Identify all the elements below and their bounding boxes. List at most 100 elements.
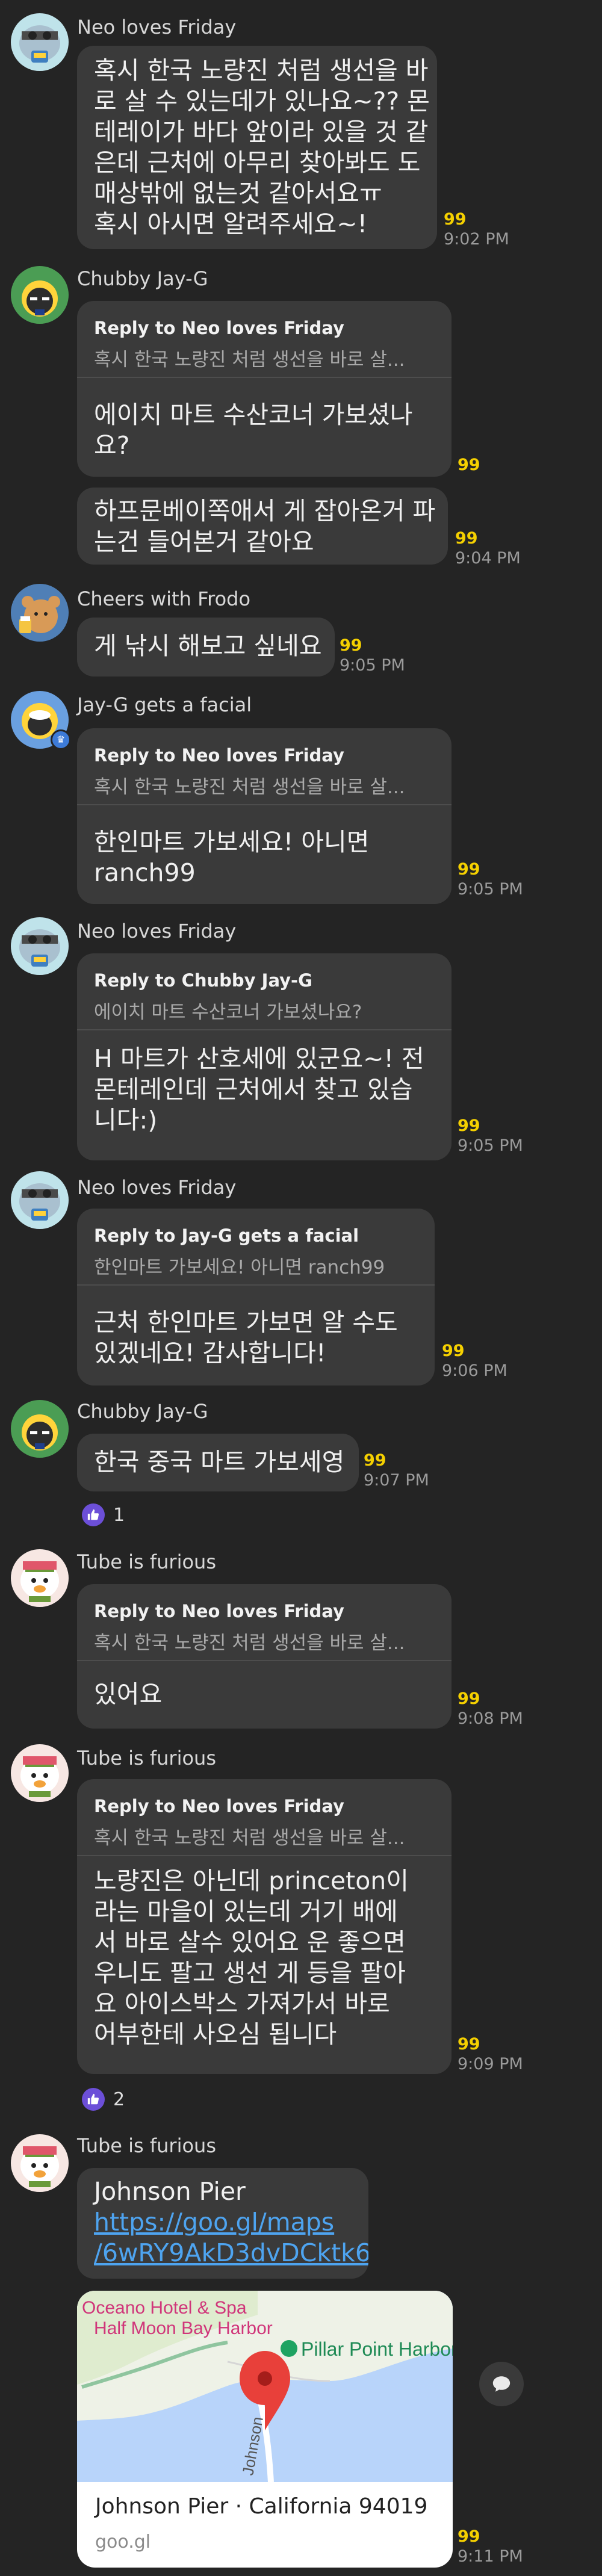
timestamp: 9:04 PM <box>455 549 521 568</box>
avatar[interactable] <box>11 1549 69 1607</box>
thumbs-up-icon <box>82 1503 105 1526</box>
reply-to-label: Reply to Neo loves Friday <box>94 318 344 338</box>
message-bubble[interactable]: Reply to Neo loves Friday 혹시 한국 노량진 처럼 생… <box>77 1584 452 1729</box>
reply-preview[interactable]: Reply to Neo loves Friday 혹시 한국 노량진 처럼 생… <box>94 1796 413 1850</box>
reply-to-label: Reply to Neo loves Friday <box>94 1601 344 1621</box>
sender-name: Tube is furious <box>77 1550 216 1573</box>
map-label: Half Moon Bay Harbor <box>94 2318 273 2338</box>
unread-count: 99 <box>442 1342 465 1360</box>
reply-preview[interactable]: Reply to Neo loves Friday 혹시 한국 노량진 처럼 생… <box>94 318 413 371</box>
sender-name: Jay-G gets a facial <box>77 693 252 716</box>
message-bubble[interactable]: 혹시 한국 노량진 처럼 생선을 바로 살 수 있는데가 있나요~?? 몬 테레이… <box>77 46 437 249</box>
sender-name: Tube is furious <box>77 1747 216 1769</box>
avatar[interactable] <box>11 1744 69 1802</box>
map-label: Oceano Hotel & Spa <box>82 2298 247 2318</box>
reply-quote: 혹시 한국 노량진 처럼 생선을 바로 살... <box>94 1632 405 1654</box>
message-meta: 99 9:04 PM <box>455 530 521 569</box>
reaction-count: 2 <box>113 2088 125 2110</box>
divider <box>77 377 452 378</box>
timestamp: 9:05 PM <box>458 1136 523 1155</box>
divider <box>77 804 452 805</box>
unread-count: 99 <box>364 1451 386 1470</box>
avatar[interactable] <box>11 1171 69 1229</box>
message-meta: 99 9:11 PM <box>458 2528 523 2568</box>
message-text: 한인마트 가보세요! 아니면 ranch99 <box>94 828 370 887</box>
message-text: 근처 한인마트 가보면 알 수도 있겠네요! 감사합니다! <box>94 1308 398 1367</box>
card-domain: goo.gl <box>95 2531 151 2553</box>
timestamp: 9:09 PM <box>458 2055 523 2073</box>
message-meta: 99 9:02 PM <box>444 211 509 250</box>
avatar[interactable] <box>11 266 69 324</box>
reaction-count: 1 <box>113 1504 125 1526</box>
link-preview-card[interactable]: Oceano Hotel & Spa Half Moon Bay Harbor … <box>77 2291 453 2568</box>
reply-preview[interactable]: Reply to Neo loves Friday 혹시 한국 노량진 처럼 생… <box>94 1601 413 1655</box>
timestamp: 9:02 PM <box>444 230 509 249</box>
map-thumbnail: Oceano Hotel & Spa Half Moon Bay Harbor … <box>77 2291 453 2482</box>
message-meta: 99 9:09 PM <box>458 2036 523 2075</box>
message-text: 한국 중국 마트 가보세영 <box>94 1447 345 1476</box>
message-text: 하프문베이쪽애서 게 잡아온거 파 는건 들어본거 같아요 <box>94 497 436 556</box>
map-link[interactable]: https://goo.gl/maps <box>94 2207 368 2238</box>
sender-name: Tube is furious <box>77 2134 216 2157</box>
reply-quote: 혹시 한국 노량진 처럼 생선을 바로 살... <box>94 776 405 798</box>
avatar[interactable] <box>11 13 69 71</box>
avatar[interactable] <box>11 917 69 975</box>
reaction[interactable]: 2 <box>82 2087 125 2112</box>
message-bubble[interactable]: 하프문베이쪽애서 게 잡아온거 파 는건 들어본거 같아요 <box>77 488 448 565</box>
reply-to-label: Reply to Chubby Jay-G <box>94 970 312 991</box>
reply-quote: 혹시 한국 노량진 처럼 생선을 바로 살... <box>94 349 405 371</box>
reply-preview[interactable]: Reply to Jay-G gets a facial 한인마트 가보세요! … <box>94 1225 413 1279</box>
sender-name: Chubby Jay-G <box>77 267 208 290</box>
message-meta: 99 9:07 PM <box>364 1452 429 1491</box>
map-label: Pillar Point Harbor <box>301 2338 453 2360</box>
sender-name: Chubby Jay-G <box>77 1400 208 1423</box>
reply-quote: 에이치 마트 수산코너 가보셨나요? <box>94 1002 362 1023</box>
message-meta: 99 9:08 PM <box>458 1690 523 1730</box>
map-link[interactable]: /6wRY9AkD3dvDCktk6 <box>94 2238 368 2268</box>
sender-name: Neo loves Friday <box>77 920 237 943</box>
unread-count: 99 <box>458 860 480 879</box>
message-bubble[interactable]: Reply to Chubby Jay-G 에이치 마트 수산코너 가보셨나요?… <box>77 953 452 1160</box>
message-text: 게 낚시 해보고 싶네요 <box>94 631 322 660</box>
timestamp: 9:05 PM <box>340 656 405 675</box>
unread-count: 99 <box>458 456 480 474</box>
unread-count: 99 <box>455 529 478 548</box>
message-bubble[interactable]: 한국 중국 마트 가보세영 <box>77 1434 359 1491</box>
message-text: 에이치 마트 수산코너 가보셨나 요? <box>94 400 413 460</box>
thumbs-up-icon <box>82 2088 105 2111</box>
reply-quote: 한인마트 가보세요! 아니면 ranch99 <box>94 1257 385 1278</box>
message-bubble[interactable]: 게 낚시 해보고 싶네요 <box>77 618 335 677</box>
speech-bubble-icon[interactable] <box>479 2362 524 2406</box>
message-bubble[interactable]: Reply to Jay-G gets a facial 한인마트 가보세요! … <box>77 1209 435 1386</box>
timestamp: 9:07 PM <box>364 1471 429 1490</box>
sender-name: Cheers with Frodo <box>77 587 251 610</box>
reply-to-label: Reply to Neo loves Friday <box>94 1796 344 1816</box>
unread-count: 99 <box>458 1689 480 1708</box>
timestamp: 9:05 PM <box>458 880 523 899</box>
reaction[interactable]: 1 <box>82 1502 125 1528</box>
message-text: 있어요 <box>94 1680 163 1709</box>
message-meta: 99 9:06 PM <box>442 1342 507 1382</box>
link-title: Johnson Pier <box>94 2177 246 2206</box>
reply-preview[interactable]: Reply to Chubby Jay-G 에이치 마트 수산코너 가보셨나요? <box>94 970 413 1024</box>
reply-quote: 혹시 한국 노량진 처럼 생선을 바로 살... <box>94 1827 405 1849</box>
message-bubble[interactable]: Reply to Neo loves Friday 혹시 한국 노량진 처럼 생… <box>77 1779 452 2074</box>
card-title: Johnson Pier · California 94019 <box>95 2494 428 2519</box>
avatar[interactable] <box>11 2134 69 2192</box>
reply-preview[interactable]: Reply to Neo loves Friday 혹시 한국 노량진 처럼 생… <box>94 745 413 799</box>
sender-name: Neo loves Friday <box>77 16 237 39</box>
avatar[interactable] <box>11 1400 69 1458</box>
message-text: Johnson Pier https://goo.gl/maps /6wRY9A… <box>94 2176 368 2268</box>
avatar[interactable] <box>11 584 69 642</box>
message-bubble[interactable]: Johnson Pier https://goo.gl/maps /6wRY9A… <box>77 2168 368 2279</box>
timestamp: 9:11 PM <box>458 2547 523 2566</box>
divider <box>77 1029 452 1030</box>
message-bubble[interactable]: Reply to Neo loves Friday 혹시 한국 노량진 처럼 생… <box>77 728 452 904</box>
divider <box>77 1284 435 1286</box>
unread-count: 99 <box>444 210 467 229</box>
message-bubble[interactable]: Reply to Neo loves Friday 혹시 한국 노량진 처럼 생… <box>77 301 452 477</box>
message-meta: 99 <box>458 456 480 474</box>
sender-name: Neo loves Friday <box>77 1176 237 1199</box>
unread-count: 99 <box>340 636 362 655</box>
unread-count: 99 <box>458 2527 480 2546</box>
